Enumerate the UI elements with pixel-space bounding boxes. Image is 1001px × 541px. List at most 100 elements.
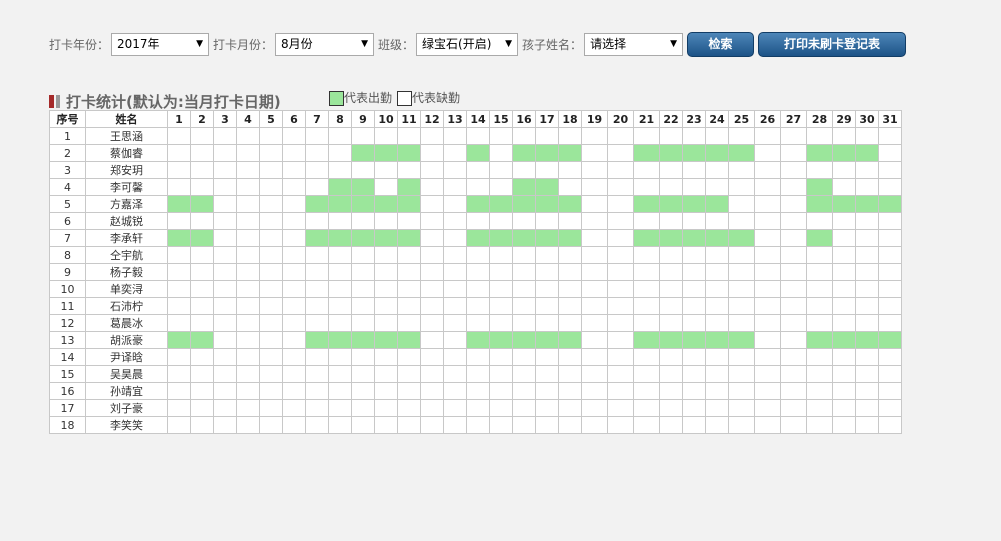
table-row: 13 胡派豪 (49, 331, 902, 349)
row-index: 7 (49, 229, 86, 247)
day-cell-present (878, 195, 902, 213)
day-cell-absent (167, 246, 191, 264)
day-cell-absent (305, 297, 329, 315)
day-cell-absent (558, 212, 582, 230)
day-cell-absent (682, 314, 706, 332)
day-header: 10 (374, 110, 398, 128)
section-header: 打卡统计(默认为:当月打卡日期) (49, 91, 281, 112)
day-cell-absent (581, 365, 608, 383)
day-cell-present (397, 229, 421, 247)
day-cell-absent (443, 314, 467, 332)
day-cell-absent (489, 263, 513, 281)
section-marker-icon (49, 95, 60, 108)
day-cell-absent (705, 127, 729, 145)
day-cell-absent (236, 348, 260, 366)
day-cell-absent (466, 416, 490, 434)
day-cell-absent (855, 365, 879, 383)
day-cell-absent (328, 297, 352, 315)
day-cell-absent (374, 348, 398, 366)
day-cell-absent (633, 280, 660, 298)
child-label: 孩子姓名： (522, 38, 583, 52)
day-cell-absent (607, 365, 634, 383)
student-name: 吴昊晨 (85, 365, 168, 383)
day-cell-absent (754, 161, 781, 179)
day-cell-absent (420, 212, 444, 230)
day-cell-absent (420, 246, 444, 264)
year-select[interactable]: 2017年 ▼ (111, 33, 210, 56)
student-name: 胡派豪 (85, 331, 168, 349)
day-cell-absent (328, 416, 352, 434)
day-cell-absent (806, 127, 833, 145)
day-cell-absent (728, 348, 755, 366)
day-cell-absent (305, 127, 329, 145)
day-cell-present (489, 195, 513, 213)
day-cell-absent (328, 382, 352, 400)
day-header: 1 (167, 110, 191, 128)
day-cell-absent (855, 212, 879, 230)
day-cell-absent (659, 212, 683, 230)
day-cell-absent (374, 212, 398, 230)
day-cell-absent (489, 314, 513, 332)
day-cell-absent (213, 280, 237, 298)
day-cell-absent (466, 399, 490, 417)
day-header: 19 (581, 110, 608, 128)
day-cell-absent (633, 314, 660, 332)
table-row: 11 石沛柠 (49, 297, 902, 315)
day-cell-absent (374, 399, 398, 417)
day-cell-absent (705, 416, 729, 434)
day-cell-absent (328, 161, 352, 179)
day-cell-absent (607, 144, 634, 162)
day-cell-absent (855, 416, 879, 434)
child-select-value: 请选择 (590, 37, 627, 51)
day-cell-absent (878, 297, 902, 315)
day-cell-absent (607, 416, 634, 434)
day-cell-absent (633, 161, 660, 179)
day-cell-absent (259, 246, 283, 264)
day-header: 9 (351, 110, 375, 128)
day-cell-absent (780, 280, 807, 298)
day-cell-present (558, 331, 582, 349)
day-cell-absent (443, 263, 467, 281)
day-cell-present (351, 144, 375, 162)
day-cell-absent (466, 246, 490, 264)
month-select[interactable]: 8月份 ▼ (275, 33, 375, 56)
chevron-down-icon: ▼ (505, 39, 513, 49)
day-cell-absent (351, 263, 375, 281)
day-cell-absent (305, 280, 329, 298)
print-unswiped-button[interactable]: 打印未刷卡登记表 (758, 32, 907, 57)
day-cell-absent (190, 382, 214, 400)
day-cell-absent (420, 229, 444, 247)
table-row: 15 吴昊晨 (49, 365, 902, 383)
day-cell-absent (633, 246, 660, 264)
day-cell-absent (581, 212, 608, 230)
search-button[interactable]: 检索 (687, 32, 755, 57)
day-cell-absent (659, 161, 683, 179)
day-cell-absent (780, 178, 807, 196)
day-cell-absent (754, 331, 781, 349)
day-cell-absent (236, 382, 260, 400)
day-cell-absent (512, 280, 536, 298)
day-cell-absent (259, 178, 283, 196)
row-index: 8 (49, 246, 86, 264)
day-cell-absent (328, 365, 352, 383)
day-cell-absent (558, 263, 582, 281)
class-select[interactable]: 绿宝石(开启) ▼ (416, 33, 519, 56)
day-cell-absent (236, 416, 260, 434)
day-cell-absent (190, 127, 214, 145)
day-header: 13 (443, 110, 467, 128)
row-index: 16 (49, 382, 86, 400)
day-cell-absent (832, 161, 856, 179)
student-name: 石沛柠 (85, 297, 168, 315)
day-cell-absent (806, 382, 833, 400)
day-cell-absent (443, 297, 467, 315)
day-cell-absent (420, 178, 444, 196)
day-cell-present (535, 195, 559, 213)
day-cell-absent (466, 212, 490, 230)
child-select[interactable]: 请选择 ▼ (584, 33, 684, 56)
chevron-down-icon: ▼ (670, 39, 678, 49)
day-cell-absent (328, 399, 352, 417)
day-cell-absent (213, 331, 237, 349)
day-cell-present (832, 331, 856, 349)
day-cell-absent (489, 399, 513, 417)
day-cell-present (374, 195, 398, 213)
